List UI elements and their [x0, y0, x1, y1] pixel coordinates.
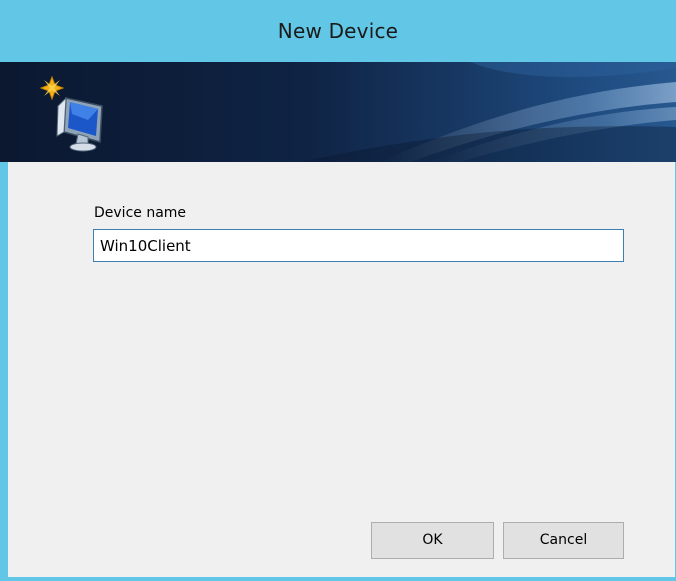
device-name-label: Device name [94, 205, 187, 221]
title-bar[interactable]: New Device [0, 0, 676, 62]
dialog-title: New Device [277, 19, 399, 43]
new-device-dialog: New Device Device name Win10Client OK Ca… [0, 0, 676, 581]
dialog-body: Device name [8, 162, 675, 578]
ok-button[interactable]: OK [371, 522, 494, 559]
device-name-input[interactable] [93, 229, 624, 262]
window-border-left [0, 162, 8, 581]
window-border-bottom [0, 577, 676, 581]
header-banner [0, 62, 676, 162]
new-computer-icon [38, 75, 118, 156]
cancel-button[interactable]: Cancel [503, 522, 624, 559]
